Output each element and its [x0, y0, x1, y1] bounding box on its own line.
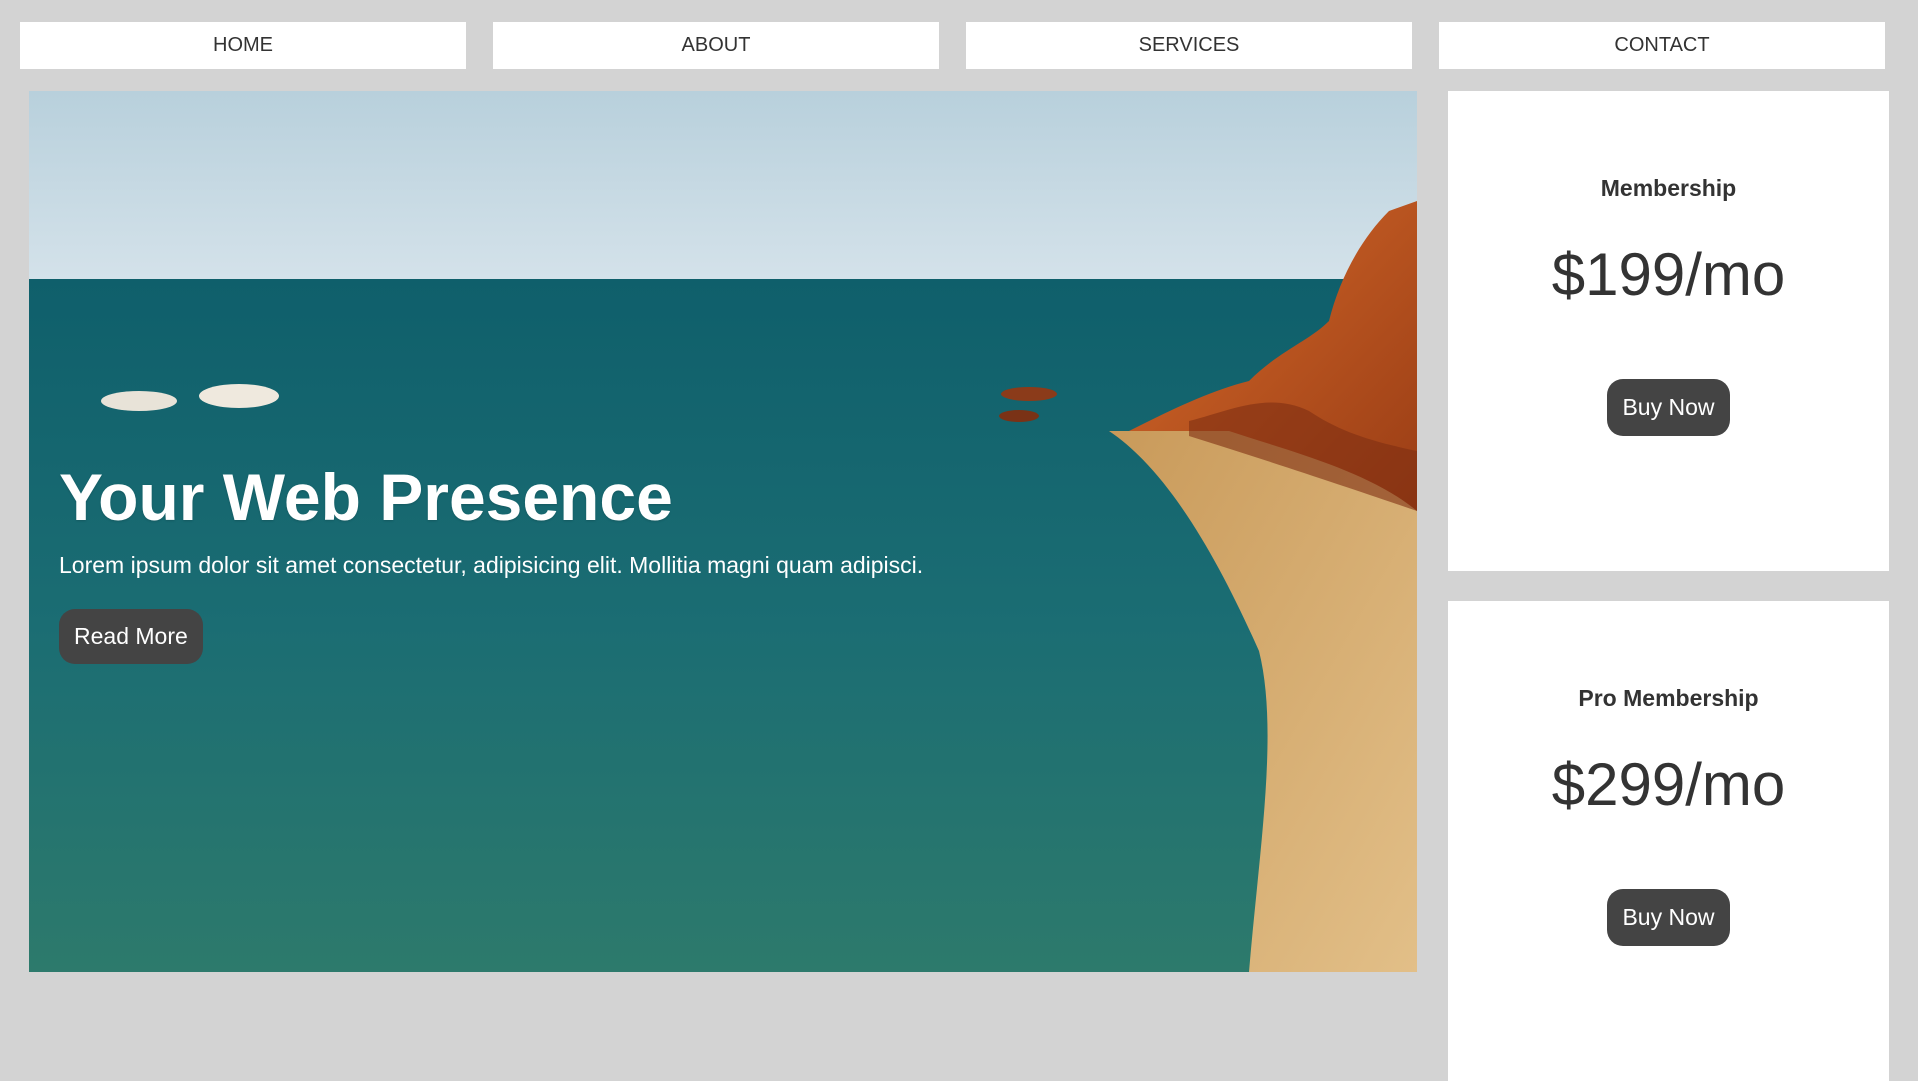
pricing-card-membership: Membership $199/mo Buy Now: [1448, 91, 1889, 571]
pricing-card-pro-membership: Pro Membership $299/mo Buy Now: [1448, 601, 1889, 1081]
nav-item-label: CONTACT: [1614, 34, 1710, 56]
hero-description: Lorem ipsum dolor sit amet consectetur, …: [59, 551, 924, 578]
card-price: $199/mo: [1551, 241, 1786, 308]
card-title: Membership: [1600, 175, 1737, 201]
buy-now-button[interactable]: Buy Now: [1607, 889, 1730, 946]
nav-item-label: HOME: [213, 34, 273, 56]
pricing-sidebar: Membership $199/mo Buy Now Pro Membershi…: [1448, 91, 1889, 1081]
read-more-button[interactable]: Read More: [59, 608, 203, 664]
hero-title: Your Web Presence: [59, 460, 673, 534]
card-title: Pro Membership: [1578, 685, 1759, 711]
nav-item-about[interactable]: ABOUT: [493, 22, 939, 69]
card-price: $299/mo: [1551, 751, 1786, 818]
hero-section: Your Web Presence Lorem ipsum dolor sit …: [29, 91, 1417, 972]
nav-item-label: ABOUT: [681, 34, 751, 56]
top-nav: HOME ABOUT SERVICES CONTACT: [20, 22, 1885, 69]
nav-item-services[interactable]: SERVICES: [966, 22, 1412, 69]
nav-item-home[interactable]: HOME: [20, 22, 466, 69]
nav-item-contact[interactable]: CONTACT: [1439, 22, 1885, 69]
hero-content: Your Web Presence Lorem ipsum dolor sit …: [59, 461, 923, 664]
buy-now-button[interactable]: Buy Now: [1607, 379, 1730, 436]
nav-item-label: SERVICES: [1138, 34, 1240, 56]
